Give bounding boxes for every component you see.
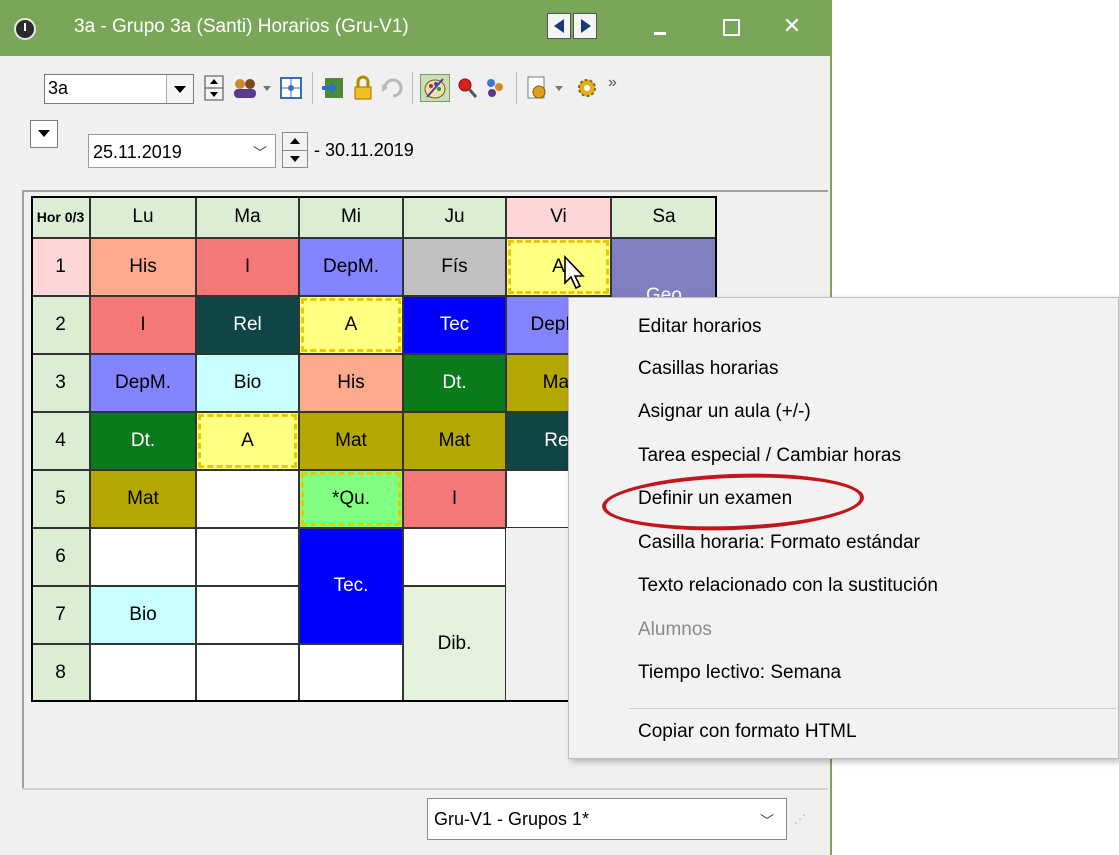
lesson-cell[interactable]: *Qu. — [299, 470, 403, 528]
teachers-icon[interactable] — [230, 74, 274, 102]
day-header-vi[interactable]: Vi — [506, 196, 611, 238]
lesson-cell[interactable]: His — [90, 238, 196, 296]
period-header: 2 — [31, 296, 90, 354]
period-header: 1 — [31, 238, 90, 296]
class-selector[interactable]: 3a — [44, 74, 194, 104]
period-header: 8 — [31, 644, 90, 702]
menu-item-editar-horarios[interactable]: Editar horarios — [638, 316, 762, 338]
menu-item-copiar-con-formato-html[interactable]: Copiar con formato HTML — [638, 721, 857, 743]
mouse-cursor-icon — [564, 255, 585, 290]
close-icon[interactable]: ✕ — [772, 10, 812, 44]
lock-icon[interactable] — [350, 74, 376, 102]
lesson-cell[interactable] — [196, 644, 299, 702]
title-bar[interactable]: 3a - Grupo 3a (Santi) Horarios (Gru-V1) … — [0, 0, 830, 56]
lesson-cell[interactable]: DepM. — [90, 354, 196, 412]
lesson-cell[interactable]: Bio — [90, 586, 196, 644]
start-date: 25.11.2019 — [93, 142, 182, 162]
menu-item-texto-relacionado-con-la-sustituci-n[interactable]: Texto relacionado con la sustitución — [638, 575, 938, 597]
undo-icon[interactable] — [380, 74, 406, 102]
lesson-cell[interactable]: His — [299, 354, 403, 412]
grid-corner: Hor 0/3 — [31, 196, 90, 238]
menu-item-alumnos: Alumnos — [638, 619, 712, 640]
grid-icon[interactable] — [278, 74, 304, 102]
lesson-cell[interactable]: Dt. — [403, 354, 506, 412]
settings-doc-icon[interactable] — [524, 74, 568, 102]
lesson-cell[interactable]: Mat — [403, 412, 506, 470]
people-icon[interactable] — [482, 74, 508, 102]
lesson-cell[interactable]: Fís — [403, 238, 506, 296]
toolbar: 3a » — [30, 66, 830, 108]
nav-prev-icon[interactable] — [547, 13, 571, 39]
menu-separator — [629, 708, 1116, 709]
day-header-lu[interactable]: Lu — [90, 196, 196, 238]
start-date-picker[interactable]: 25.11.2019 ﹀ — [88, 134, 276, 168]
period-header: 6 — [31, 528, 90, 586]
lesson-cell[interactable] — [90, 528, 196, 586]
period-header: 5 — [31, 470, 90, 528]
day-header-mi[interactable]: Mi — [299, 196, 403, 238]
lesson-cell[interactable]: DepM. — [299, 238, 403, 296]
lesson-cell[interactable] — [90, 644, 196, 702]
clock-icon[interactable] — [14, 18, 36, 40]
lesson-cell[interactable]: Dt. — [90, 412, 196, 470]
search-icon[interactable] — [454, 74, 480, 102]
day-header-sa[interactable]: Sa — [611, 196, 717, 238]
lesson-cell[interactable]: I — [196, 238, 299, 296]
lesson-cell[interactable] — [196, 586, 299, 644]
toolbar-overflow[interactable]: » — [608, 74, 628, 102]
palette-icon[interactable] — [420, 74, 450, 102]
chevron-down-icon[interactable]: ﹀ — [253, 143, 267, 163]
menu-item-tiempo-lectivo-semana[interactable]: Tiempo lectivo: Semana — [638, 662, 841, 684]
lesson-cell[interactable]: I — [90, 296, 196, 354]
lesson-cell[interactable]: Bio — [196, 354, 299, 412]
lesson-cell[interactable] — [196, 470, 299, 528]
export-icon[interactable] — [320, 74, 346, 102]
maximize-icon[interactable] — [710, 10, 750, 44]
lesson-cell[interactable]: Mat — [90, 470, 196, 528]
spin-up-icon[interactable] — [283, 133, 307, 151]
day-header-ju[interactable]: Ju — [403, 196, 506, 238]
day-header-ma[interactable]: Ma — [196, 196, 299, 238]
end-date: - 30.11.2019 — [314, 140, 414, 160]
menu-item-casilla-horaria-formato-est-ndar[interactable]: Casilla horaria: Formato estándar — [638, 532, 920, 554]
menu-item-tarea-especial-cambiar-horas[interactable]: Tarea especial / Cambiar horas — [638, 445, 901, 467]
menu-item-casillas-horarias[interactable]: Casillas horarias — [638, 358, 778, 380]
period-header: 3 — [31, 354, 90, 412]
lesson-cell[interactable]: A — [299, 296, 403, 354]
week-spinner[interactable] — [282, 132, 308, 168]
minimize-icon[interactable] — [640, 10, 680, 44]
lesson-cell[interactable] — [403, 528, 506, 586]
lesson-cell[interactable] — [196, 528, 299, 586]
gear-icon[interactable] — [574, 74, 600, 102]
nav-next-icon[interactable] — [573, 13, 597, 39]
window-title: 3a - Grupo 3a (Santi) Horarios (Gru-V1) — [74, 16, 409, 37]
lesson-cell[interactable]: Mat — [299, 412, 403, 470]
lesson-cell[interactable]: A — [196, 412, 299, 470]
lesson-cell[interactable]: Dib. — [403, 586, 506, 702]
lesson-cell[interactable]: Tec. — [299, 528, 403, 644]
context-menu: Editar horarios Casillas horarias Asignar … — [568, 297, 1119, 759]
chevron-down-icon[interactable]: ﹀ — [760, 811, 774, 831]
lesson-cell[interactable]: A — [506, 238, 611, 296]
chevron-down-icon[interactable] — [166, 75, 193, 103]
period-header: 4 — [31, 412, 90, 470]
resize-grip[interactable]: ⋰ — [794, 812, 814, 832]
chevron-down-icon[interactable] — [30, 120, 58, 148]
format-selector-value: Gru-V1 - Grupos 1* — [434, 809, 590, 829]
lesson-cell[interactable]: I — [403, 470, 506, 528]
lesson-cell[interactable]: Rel — [196, 296, 299, 354]
lesson-cell[interactable] — [299, 644, 403, 702]
format-selector[interactable]: Gru-V1 - Grupos 1* ﹀ — [427, 798, 787, 840]
class-selector-value: 3a — [48, 78, 69, 98]
spin-icon[interactable] — [202, 74, 228, 102]
period-header: 7 — [31, 586, 90, 644]
menu-item-asignar-un-aula[interactable]: Asignar un aula (+/-) — [638, 401, 811, 423]
lesson-cell[interactable]: Tec — [403, 296, 506, 354]
spin-down-icon[interactable] — [283, 151, 307, 168]
